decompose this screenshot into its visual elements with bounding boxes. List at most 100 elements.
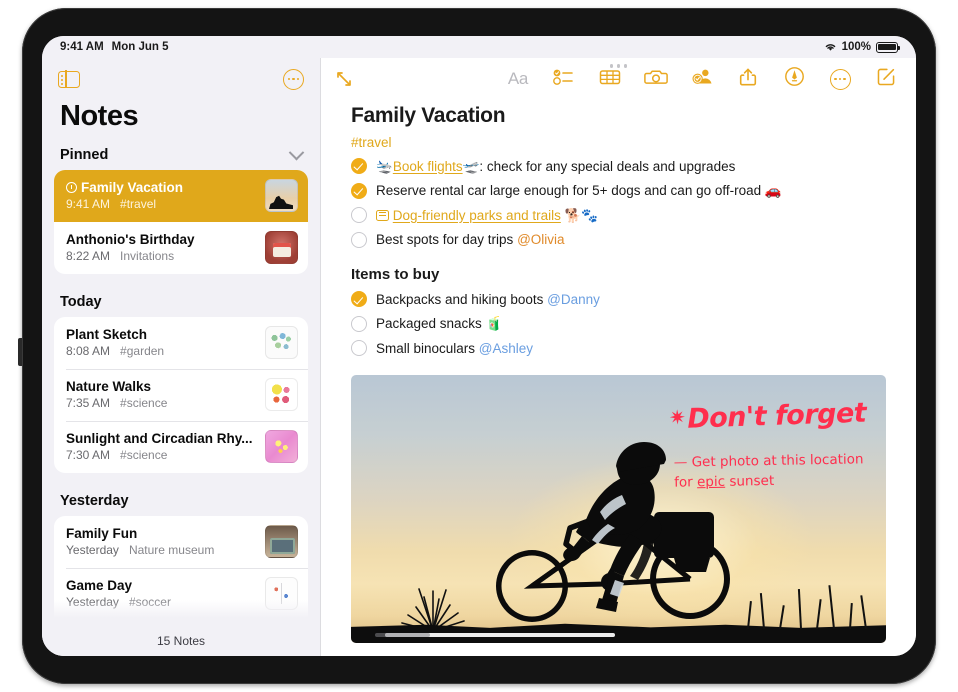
markup-pen-icon bbox=[784, 66, 805, 92]
note-row-anthonios-birthday[interactable]: Anthonio's Birthday 8:22 AM Invitations bbox=[54, 222, 308, 274]
note-time: 7:35 AM bbox=[66, 396, 111, 410]
family-fun-thumbnail bbox=[265, 525, 298, 558]
note-detail: #science bbox=[120, 396, 168, 410]
note-content[interactable]: Family Vacation #travel 🛬Book flights🛫: … bbox=[321, 100, 916, 656]
cyclist-sunset-photo[interactable]: ✷Don't forget — Get photo at this locati… bbox=[351, 374, 886, 643]
compose-button[interactable] bbox=[874, 68, 898, 90]
checklist-item-text: Dog-friendly parks and trails 🐕🐾 bbox=[376, 206, 886, 226]
checklist-item-text: Packaged snacks 🧃 bbox=[376, 314, 886, 334]
camera-icon bbox=[644, 68, 668, 91]
add-person-icon bbox=[690, 67, 714, 91]
note-row-family-fun[interactable]: Family Fun Yesterday Nature museum bbox=[54, 516, 308, 568]
checkbox-checked[interactable] bbox=[351, 158, 367, 174]
sidebar-toolbar bbox=[42, 58, 320, 100]
checklist-text-rest: : check for any special deals and upgrad… bbox=[479, 158, 736, 174]
notes-sidebar: Notes Pinned Family Vacation 9:41 AM #tr… bbox=[42, 58, 320, 656]
link-dog-friendly-parks[interactable]: Dog-friendly parks and trails bbox=[393, 208, 561, 223]
camera-button[interactable] bbox=[644, 68, 668, 90]
horizontal-scrollbar[interactable] bbox=[375, 632, 615, 637]
emoji-dog-paws: 🐕🐾 bbox=[560, 207, 599, 223]
status-date: Mon Jun 5 bbox=[111, 41, 169, 53]
chevron-down-icon[interactable] bbox=[288, 144, 305, 160]
note-subtitle: 7:30 AM #science bbox=[66, 448, 257, 462]
checklist-item[interactable]: Best spots for day trips @Olivia bbox=[351, 228, 886, 253]
mention-olivia[interactable]: @Olivia bbox=[517, 232, 564, 247]
checklist-text: Backpacks and hiking boots bbox=[376, 291, 548, 307]
note-heading: Family Vacation bbox=[351, 104, 506, 127]
share-button[interactable] bbox=[736, 68, 760, 90]
checklist-text: Best spots for day trips bbox=[376, 232, 518, 248]
note-row-plant-sketch[interactable]: Plant Sketch 8:08 AM #garden bbox=[54, 317, 308, 369]
note-title-text: Family Vacation bbox=[81, 180, 184, 195]
sidebar-toggle-button[interactable] bbox=[58, 69, 80, 89]
checklist-icon bbox=[553, 68, 575, 91]
note-detail-pane: Aa Family Vacation #travel 🛬Book flights… bbox=[320, 58, 916, 656]
annotation-body: — Get photo at this location for epic su… bbox=[674, 449, 864, 493]
section-label: Yesterday bbox=[60, 493, 129, 509]
note-row-nature-walks[interactable]: Nature Walks 7:35 AM #science bbox=[54, 369, 308, 421]
checkbox-unchecked[interactable] bbox=[351, 231, 367, 248]
checklist-item[interactable]: Dog-friendly parks and trails 🐕🐾 bbox=[351, 203, 886, 228]
ipad-screen: 9:41 AM Mon Jun 5 100% Notes Pinned Fami… bbox=[42, 36, 916, 656]
checklist-item[interactable]: Backpacks and hiking boots @Danny bbox=[351, 287, 886, 312]
table-icon bbox=[599, 68, 621, 91]
note-row-family-vacation[interactable]: Family Vacation 9:41 AM #travel bbox=[54, 170, 308, 222]
section-header-yesterday[interactable]: Yesterday bbox=[54, 487, 308, 516]
note-title-text: Family Fun bbox=[66, 526, 138, 541]
table-button[interactable] bbox=[598, 68, 622, 90]
checkbox-unchecked[interactable] bbox=[351, 340, 367, 357]
checkbox-checked[interactable] bbox=[351, 182, 367, 199]
checklist-item[interactable]: 🛬Book flights🛫: check for any special de… bbox=[351, 154, 886, 179]
checkbox-checked[interactable] bbox=[351, 291, 367, 308]
checklist-item[interactable]: Small binoculars @Ashley bbox=[351, 336, 886, 361]
emoji-juice-box: 🧃 bbox=[485, 316, 503, 332]
format-text-button[interactable]: Aa bbox=[506, 68, 530, 90]
vacation-photo-thumbnail bbox=[265, 179, 298, 212]
expand-button[interactable] bbox=[335, 70, 353, 88]
note-row-aurora-borealis[interactable]: Aurora Borealis Yesterday Collisions wit… bbox=[54, 620, 308, 626]
note-row-game-day[interactable]: Game Day Yesterday #soccer bbox=[54, 568, 308, 620]
markup-button[interactable] bbox=[782, 66, 806, 92]
note-title-row: Sunlight and Circadian Rhy... bbox=[66, 431, 257, 446]
note-title-row: Family Fun bbox=[66, 526, 257, 541]
collaborate-button[interactable] bbox=[690, 68, 714, 90]
game-day-thumbnail bbox=[265, 577, 298, 610]
notes-list-scroll[interactable]: Pinned Family Vacation 9:41 AM #travel A… bbox=[42, 141, 320, 626]
checkbox-unchecked[interactable] bbox=[351, 315, 367, 332]
link-book-flights[interactable]: Book flights bbox=[393, 159, 463, 174]
note-time: Yesterday bbox=[66, 595, 119, 609]
note-subtitle: 9:41 AM #travel bbox=[66, 197, 257, 211]
note-time: Yesterday bbox=[66, 543, 119, 557]
checklist-item-text: Best spots for day trips @Olivia bbox=[376, 230, 886, 250]
note-subtitle: 8:08 AM #garden bbox=[66, 344, 257, 358]
expand-diagonal-icon bbox=[335, 70, 353, 88]
note-subheading: Items to buy bbox=[351, 266, 440, 284]
more-button[interactable] bbox=[828, 68, 852, 90]
sidebar-more-button[interactable] bbox=[283, 68, 304, 90]
annotation-line-2: for epic sunset bbox=[674, 473, 775, 491]
checkbox-unchecked[interactable] bbox=[351, 207, 367, 224]
note-detail: #science bbox=[120, 448, 168, 462]
note-tag[interactable]: #travel bbox=[351, 135, 886, 150]
plant-sketch-thumbnail bbox=[265, 326, 298, 359]
checklist-item[interactable]: Packaged snacks 🧃 bbox=[351, 312, 886, 337]
section-label: Pinned bbox=[60, 147, 109, 163]
share-icon bbox=[738, 67, 758, 92]
mention-danny[interactable]: @Danny bbox=[547, 292, 600, 307]
section-header-pinned[interactable]: Pinned bbox=[54, 141, 308, 170]
note-subtitle: Yesterday #soccer bbox=[66, 595, 257, 609]
cyclist-silhouette bbox=[458, 416, 758, 631]
sunlight-thumbnail bbox=[265, 430, 298, 463]
nature-walks-thumbnail bbox=[265, 378, 298, 411]
mention-ashley[interactable]: @Ashley bbox=[479, 341, 533, 356]
note-title-row: Nature Walks bbox=[66, 379, 257, 394]
device-side-button[interactable] bbox=[18, 338, 22, 366]
note-subtitle: 7:35 AM #science bbox=[66, 396, 257, 410]
checklist-button[interactable] bbox=[552, 68, 576, 90]
note-title-text: Nature Walks bbox=[66, 379, 152, 394]
checklist-item[interactable]: Reserve rental car large enough for 5+ d… bbox=[351, 179, 886, 204]
note-row-sunlight-circadian[interactable]: Sunlight and Circadian Rhy... 7:30 AM #s… bbox=[54, 421, 308, 473]
section-header-today[interactable]: Today bbox=[54, 288, 308, 317]
note-title-text: Sunlight and Circadian Rhy... bbox=[66, 431, 253, 446]
note-time: 8:22 AM bbox=[66, 249, 111, 263]
